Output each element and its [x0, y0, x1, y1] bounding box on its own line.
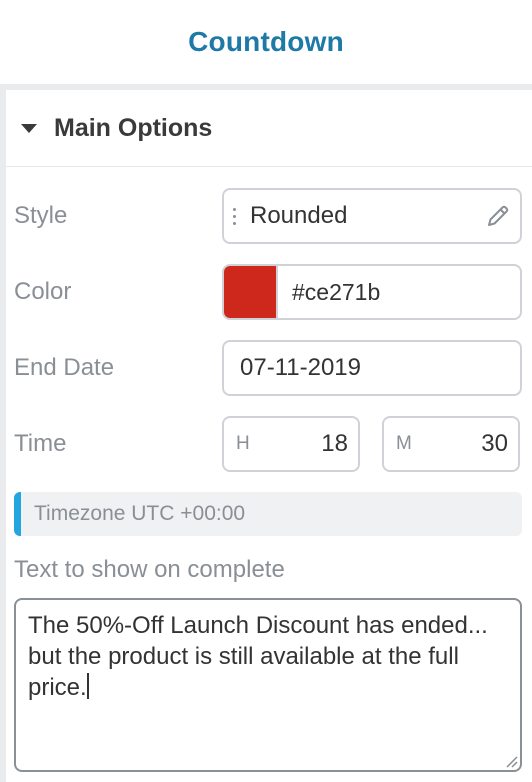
minutes-value: 30	[481, 430, 508, 457]
options-panel: Main Options Style Rounded Color #ce271b…	[6, 90, 532, 782]
style-select[interactable]: Rounded	[222, 188, 522, 244]
drag-handle-icon	[233, 207, 237, 225]
timezone-notice: Timezone UTC +00:00	[14, 492, 522, 536]
color-swatch[interactable]	[224, 266, 278, 318]
panel-title: Countdown	[188, 26, 344, 57]
style-value: Rounded	[250, 202, 348, 229]
section-title: Main Options	[54, 113, 213, 142]
panel-header: Countdown	[0, 0, 532, 84]
hours-input[interactable]: H 18	[222, 416, 360, 472]
time-label: Time	[14, 430, 67, 457]
hours-unit-label: H	[236, 433, 250, 454]
complete-text-label: Text to show on complete	[14, 556, 285, 583]
notice-accent-bar	[14, 492, 21, 536]
color-picker[interactable]: #ce271b	[222, 264, 522, 320]
complete-text-textarea[interactable]: The 50%-Off Launch Discount has ended...…	[14, 598, 522, 772]
minutes-input[interactable]: M 30	[382, 416, 520, 472]
complete-text-value: The 50%-Off Launch Discount has ended...…	[28, 612, 488, 701]
end-date-label: End Date	[14, 354, 115, 381]
timezone-text: Timezone UTC +00:00	[34, 502, 246, 525]
end-date-input[interactable]: 07-11-2019	[222, 340, 522, 396]
hours-value: 18	[321, 430, 348, 457]
caret-down-icon	[21, 123, 37, 133]
end-date-value: 07-11-2019	[240, 354, 361, 381]
text-cursor	[86, 673, 89, 699]
color-label: Color	[14, 278, 72, 305]
minutes-unit-label: M	[396, 433, 412, 454]
color-hex-value: #ce271b	[292, 278, 381, 305]
style-label: Style	[14, 202, 68, 229]
section-toggle-main-options[interactable]: Main Options	[6, 90, 532, 167]
pencil-icon[interactable]	[484, 202, 512, 230]
resize-grip-icon[interactable]	[504, 754, 518, 768]
